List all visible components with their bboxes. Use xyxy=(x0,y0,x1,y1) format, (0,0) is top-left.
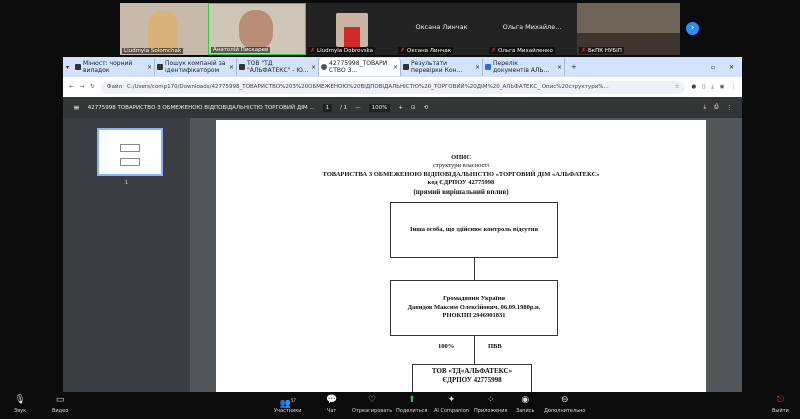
camera-icon: ▭ xyxy=(55,395,65,405)
record-icon: ◉ xyxy=(521,395,530,405)
record-button[interactable]: ◉ Запись xyxy=(516,395,534,414)
mic-muted-icon: ✗ xyxy=(581,47,587,54)
print-icon[interactable]: ⎙ xyxy=(714,104,718,111)
download-icon[interactable]: ⤓ xyxy=(704,104,706,111)
box-text: РНОКПП 2946901831 xyxy=(442,312,506,320)
close-window-icon[interactable]: ✕ xyxy=(729,64,734,71)
connector-arrow xyxy=(474,336,475,364)
favicon-icon xyxy=(157,64,164,70)
browser-tab[interactable]: ТОВ "ТД "АЛЬФАТЕКС" - Ю... × xyxy=(237,58,320,76)
browser-tab[interactable]: Результати перевірки Кон... × xyxy=(401,58,484,76)
back-icon[interactable]: ← xyxy=(69,84,74,90)
sparkle-icon: ✦ xyxy=(447,395,456,405)
box-text: Громадянин України xyxy=(443,294,505,302)
pdf-toolbar: ≡ 42775998 ТОВАРИСТВО З ОБМЕЖЕНОЮ ВІДПОВ… xyxy=(63,97,742,118)
video-button[interactable]: ▭ Видео xyxy=(52,395,68,414)
doc-code: код ЄДРПОУ 42775998 xyxy=(427,179,495,187)
more-options-icon[interactable]: ⋮ xyxy=(727,105,733,111)
video-strip: Liudmyla Solomchak Анатолій Пискарев ✗ Li… xyxy=(120,3,680,55)
file-info-chip[interactable]: Файл xyxy=(107,84,122,90)
browser-tab[interactable]: Пошук компаній за ідентифікатором × xyxy=(155,58,238,76)
page-thumbnail[interactable] xyxy=(97,128,163,176)
react-button[interactable]: ♡ Отреагировать xyxy=(352,395,392,414)
zoom-meeting-toolbar: 🎙 Звук ▭ Видео 👥57 Участники 💬 Чат ♡ Отреагир… xyxy=(0,392,800,419)
new-tab-button[interactable]: + xyxy=(571,63,577,71)
browser-tab[interactable]: Мінюст: чорний випадок × xyxy=(73,58,156,76)
box-text: Інша особа, що здійснює контроль відсутн… xyxy=(409,225,539,233)
hamburger-menu-icon[interactable]: ≡ xyxy=(73,103,80,112)
participants-icon: 👥57 xyxy=(279,398,296,409)
zoom-input[interactable]: 100% xyxy=(368,103,391,112)
video-tile[interactable]: ✗ БкПК НУБіП xyxy=(577,3,680,55)
page-number-input[interactable]: 1 xyxy=(322,103,333,112)
tab-search-icon[interactable]: ▾ xyxy=(66,64,69,71)
browser-tab[interactable]: Перелік документів АЛЬ... × xyxy=(483,58,566,76)
favicon-icon xyxy=(75,64,82,70)
url-field[interactable]: Файл C:/Users/comp170/Downloads/42775998_… xyxy=(100,80,686,94)
fit-page-icon[interactable]: ⊡ xyxy=(411,105,416,111)
share-screen-button[interactable]: ⬆ Поделиться xyxy=(396,395,427,414)
favicon-icon xyxy=(239,64,246,70)
chart-box-other-person: Інша особа, що здійснює контроль відсутн… xyxy=(390,202,558,258)
menu-kebab-icon[interactable]: ⋮ xyxy=(731,84,737,90)
next-page-arrow-icon[interactable]: › xyxy=(686,22,699,35)
reload-icon[interactable]: ↻ xyxy=(90,84,95,90)
influence-type: ПВВ xyxy=(488,343,502,350)
participants-button[interactable]: 👥57 Участники xyxy=(274,395,302,414)
profile-avatar[interactable]: ◉ xyxy=(720,84,725,90)
pdf-thumbnail-sidebar: 1 xyxy=(63,118,190,392)
video-tile[interactable]: Оксана Линчак ✗ Оксана Линчак xyxy=(396,3,487,55)
ownership-share: 100% xyxy=(438,343,455,350)
forward-icon[interactable]: → xyxy=(80,84,85,90)
share-screen-icon: ⬆ xyxy=(407,395,416,405)
more-icon: ⊖ xyxy=(560,395,569,405)
box-text: Давидов Максим Олексійович, 06.09.1980р.… xyxy=(407,303,541,311)
thumbnail-label: 1 xyxy=(124,180,129,186)
doc-influence: (прямий вирішальний вплив) xyxy=(413,187,509,196)
minimize-icon[interactable]: ▫ xyxy=(711,64,715,71)
chat-icon: 💬 xyxy=(326,395,338,405)
extension-icon[interactable]: ● xyxy=(691,84,696,90)
more-button[interactable]: ⊖ Дополнительно xyxy=(544,395,585,414)
connector-arrow xyxy=(474,258,475,280)
heart-icon: ♡ xyxy=(368,395,377,405)
doc-title: ОПИС xyxy=(451,154,471,161)
rotate-icon[interactable]: ⟲ xyxy=(424,105,429,111)
pdf-page: ОПИС структури власності ТОВАРИСТВА З ОБ… xyxy=(216,120,706,392)
box-text: ЄДРПОУ 42775998 xyxy=(442,376,502,385)
address-bar: ← → ↻ Файл C:/Users/comp170/Downloads/42775… xyxy=(63,77,742,97)
chat-button[interactable]: 💬 Чат xyxy=(326,395,337,414)
leave-icon: ⎋ xyxy=(776,395,784,405)
mic-muted-icon: ✗ xyxy=(400,47,406,54)
ai-companion-button[interactable]: ✦ AI Companion xyxy=(434,395,469,414)
mic-muted-icon: ✗ xyxy=(491,47,497,54)
doc-company: ТОВАРИСТВА З ОБМЕЖЕНОЮ ВІДПОВІДАЛЬНІСТЮ … xyxy=(322,170,600,178)
apps-icon: ⁘ xyxy=(487,395,495,405)
box-text: ТОВ «ТД«АЛЬФАТЕКС» xyxy=(431,367,513,375)
video-tile[interactable]: Ольга Михайле... ✗ Ольга Михайленко xyxy=(487,3,577,55)
video-tile[interactable]: Liudmyla Solomchak xyxy=(120,3,208,55)
audio-button[interactable]: 🎙 Звук xyxy=(14,395,26,414)
shared-screen: ▾ Мінюст: чорний випадок × Пошук компаній… xyxy=(63,57,742,392)
browser-tab-bar: ▾ Мінюст: чорний випадок × Пошук компаній… xyxy=(63,57,742,77)
favicon-icon xyxy=(403,64,410,70)
chart-box-owner: Громадянин України Давидов Максим Олексій… xyxy=(390,280,558,336)
pdf-title: 42775998 ТОВАРИСТВО З ОБМЕЖЕНОЮ ВІДПОВІД… xyxy=(87,104,315,111)
chart-box-company: ТОВ «ТД«АЛЬФАТЕКС» ЄДРПОУ 42775998 xyxy=(412,364,532,392)
doc-subtitle: структури власності xyxy=(432,162,490,170)
browser-tab-active[interactable]: 42775998_ТОВАРИСТВО З... × xyxy=(319,58,402,76)
video-tile-active-speaker[interactable]: Анатолій Пискарев xyxy=(208,3,306,55)
download-icon[interactable]: ⤓ xyxy=(711,84,713,91)
apps-button[interactable]: ⁘ Приложения xyxy=(474,395,508,414)
zoom-in-button[interactable]: + xyxy=(398,105,403,111)
leave-button[interactable]: ⎋ Выйти xyxy=(772,395,789,414)
zoom-out-button[interactable]: — xyxy=(355,105,361,111)
video-tile[interactable]: ✗ Liudmyla Dobrovska xyxy=(306,3,396,55)
microphone-icon: 🎙 xyxy=(14,395,26,405)
mic-muted-icon: ✗ xyxy=(310,47,316,54)
globe-icon xyxy=(321,64,328,70)
bookmark-star-icon[interactable]: ☆ xyxy=(674,84,679,90)
favicon-icon xyxy=(485,64,492,70)
side-panel-icon[interactable]: ▯ xyxy=(702,84,705,90)
